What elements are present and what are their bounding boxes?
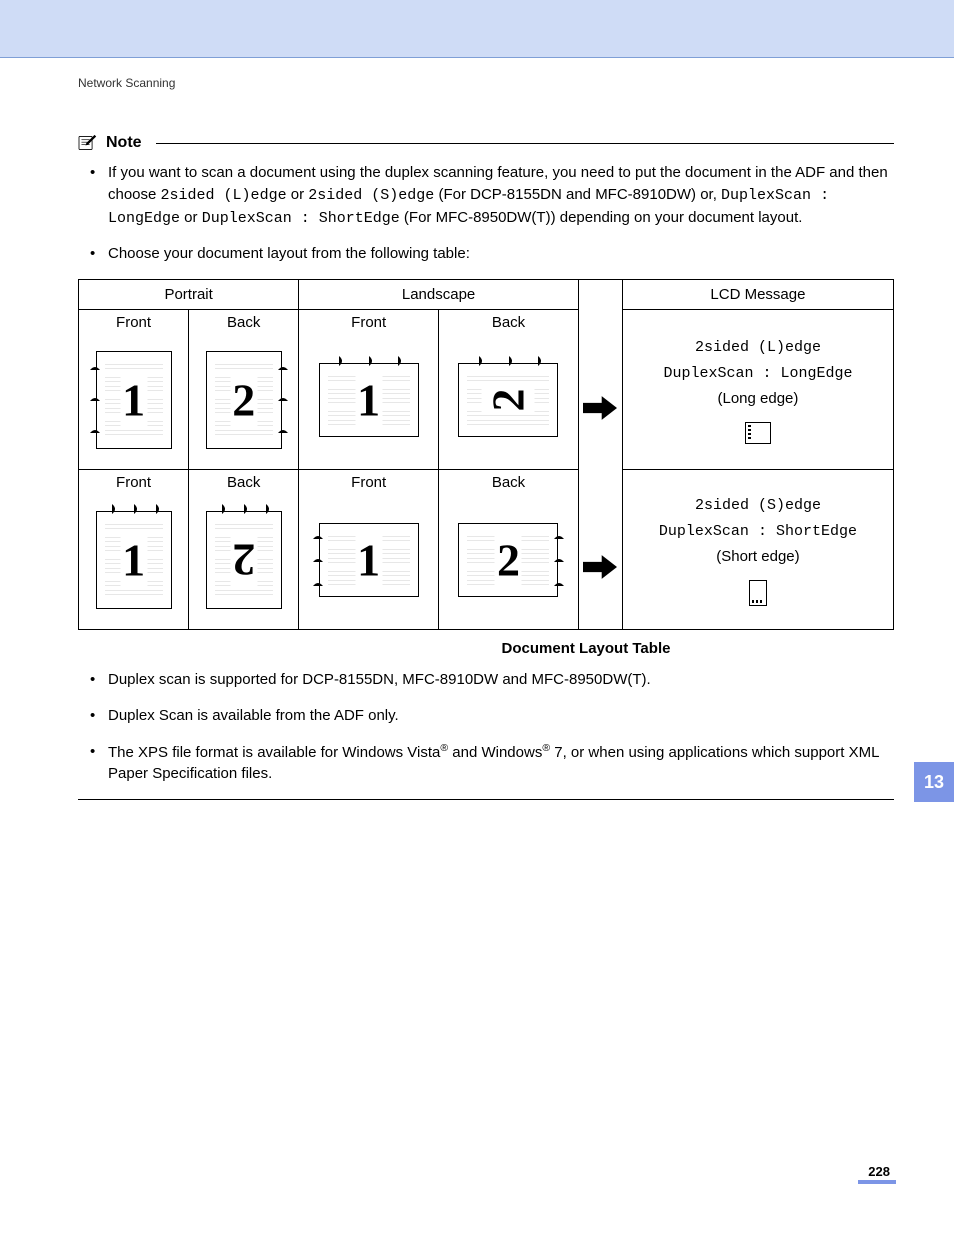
right-arrow-icon bbox=[583, 555, 617, 579]
lcd-mono-2: DuplexScan : LongEdge bbox=[633, 361, 883, 387]
top-strip bbox=[0, 0, 954, 58]
table-caption: Document Layout Table bbox=[278, 640, 894, 657]
page-digit: 2 bbox=[230, 374, 257, 427]
lcd-mono-2: DuplexScan : ShortEdge bbox=[633, 519, 883, 545]
page-illustration: 2 bbox=[206, 511, 282, 609]
landscape-back-cell: 2 bbox=[439, 495, 579, 630]
text: or bbox=[287, 186, 309, 203]
page-illustration: 1 bbox=[96, 511, 172, 609]
page-body: Network Scanning Note If you want to sca… bbox=[0, 58, 954, 800]
landscape-back-cell: 2 bbox=[439, 335, 579, 470]
bullet-item: The XPS file format is available for Win… bbox=[90, 741, 894, 786]
th-lcd: LCD Message bbox=[622, 280, 893, 310]
page-digit: 1 bbox=[120, 534, 147, 587]
portrait-front-cell: 1 bbox=[79, 335, 189, 470]
bullet-item: Duplex scan is supported for DCP-8155DN,… bbox=[90, 669, 894, 691]
page-illustration: 2 bbox=[458, 523, 558, 597]
document-layout-table: Portrait Landscape LCD Message Front Bac… bbox=[78, 279, 894, 630]
section-header: Network Scanning bbox=[78, 76, 894, 90]
short-edge-binding-icon bbox=[749, 580, 767, 606]
portrait-back-cell: 2 bbox=[189, 495, 299, 630]
portrait-front-cell: 1 bbox=[79, 495, 189, 630]
label-back: Back bbox=[189, 470, 299, 496]
th-portrait: Portrait bbox=[79, 280, 299, 310]
note-rule bbox=[156, 143, 894, 144]
label-front: Front bbox=[299, 470, 439, 496]
page-digit: 1 bbox=[355, 374, 382, 427]
text: Choose your document layout from the fol… bbox=[108, 245, 470, 262]
lcd-paren: (Long edge) bbox=[633, 386, 883, 412]
landscape-front-cell: 1 bbox=[299, 495, 439, 630]
bullet-item: Duplex Scan is available from the ADF on… bbox=[90, 705, 894, 727]
mono-text: DuplexScan : ShortEdge bbox=[202, 210, 400, 227]
page-number: 228 bbox=[868, 1164, 890, 1179]
chapter-tab: 13 bbox=[914, 762, 954, 802]
lcd-paren: (Short edge) bbox=[633, 544, 883, 570]
registered-mark: ® bbox=[542, 742, 550, 754]
label-front: Front bbox=[79, 310, 189, 336]
mono-text: 2sided (L)edge bbox=[161, 187, 287, 204]
page-illustration: 1 bbox=[319, 363, 419, 437]
label-back: Back bbox=[189, 310, 299, 336]
portrait-back-cell: 2 bbox=[189, 335, 299, 470]
label-back: Back bbox=[439, 310, 579, 336]
page-digit: 1 bbox=[120, 374, 147, 427]
page-illustration: 1 bbox=[319, 523, 419, 597]
page-illustration: 1 bbox=[96, 351, 172, 449]
arrow-cell bbox=[578, 310, 622, 470]
page-digit: 2 bbox=[482, 387, 535, 414]
landscape-front-cell: 1 bbox=[299, 335, 439, 470]
th-arrow-spacer bbox=[578, 280, 622, 310]
label-front: Front bbox=[299, 310, 439, 336]
bullet-item: If you want to scan a document using the… bbox=[90, 162, 894, 229]
arrow-cell bbox=[578, 470, 622, 630]
text: or bbox=[180, 209, 202, 226]
text: Duplex scan is supported for DCP-8155DN,… bbox=[108, 671, 651, 688]
text: The XPS file format is available for Win… bbox=[108, 744, 440, 761]
page-illustration: 2 bbox=[206, 351, 282, 449]
note-header: Note bbox=[78, 134, 894, 152]
lcd-mono-1: 2sided (L)edge bbox=[633, 335, 883, 361]
lcd-mono-1: 2sided (S)edge bbox=[633, 493, 883, 519]
right-arrow-icon bbox=[583, 396, 617, 420]
label-back: Back bbox=[439, 470, 579, 496]
page-digit: 2 bbox=[230, 534, 257, 587]
text: (For DCP-8155DN and MFC-8910DW) or, bbox=[434, 186, 721, 203]
page-digit: 2 bbox=[495, 534, 522, 587]
mono-text: 2sided (S)edge bbox=[308, 187, 434, 204]
note-block: Note If you want to scan a document usin… bbox=[78, 134, 894, 800]
text: (For MFC-8950DW(T)) depending on your do… bbox=[400, 209, 803, 226]
text: Duplex Scan is available from the ADF on… bbox=[108, 707, 399, 724]
lcd-message-cell: 2sided (S)edge DuplexScan : ShortEdge (S… bbox=[622, 470, 893, 630]
registered-mark: ® bbox=[440, 742, 448, 754]
note-pencil-icon bbox=[78, 134, 98, 152]
lcd-message-cell: 2sided (L)edge DuplexScan : LongEdge (Lo… bbox=[622, 310, 893, 470]
note-bullets: If you want to scan a document using the… bbox=[78, 162, 894, 265]
long-edge-binding-icon bbox=[745, 422, 771, 444]
bullet-item: Choose your document layout from the fol… bbox=[90, 243, 894, 265]
text: and Windows bbox=[448, 744, 542, 761]
th-landscape: Landscape bbox=[299, 280, 579, 310]
note-end-rule bbox=[78, 799, 894, 800]
page-number-bar bbox=[858, 1180, 896, 1184]
page-digit: 1 bbox=[355, 534, 382, 587]
page-illustration: 2 bbox=[458, 363, 558, 437]
after-table-bullets: Duplex scan is supported for DCP-8155DN,… bbox=[78, 669, 894, 785]
label-front: Front bbox=[79, 470, 189, 496]
note-title: Note bbox=[106, 134, 142, 152]
